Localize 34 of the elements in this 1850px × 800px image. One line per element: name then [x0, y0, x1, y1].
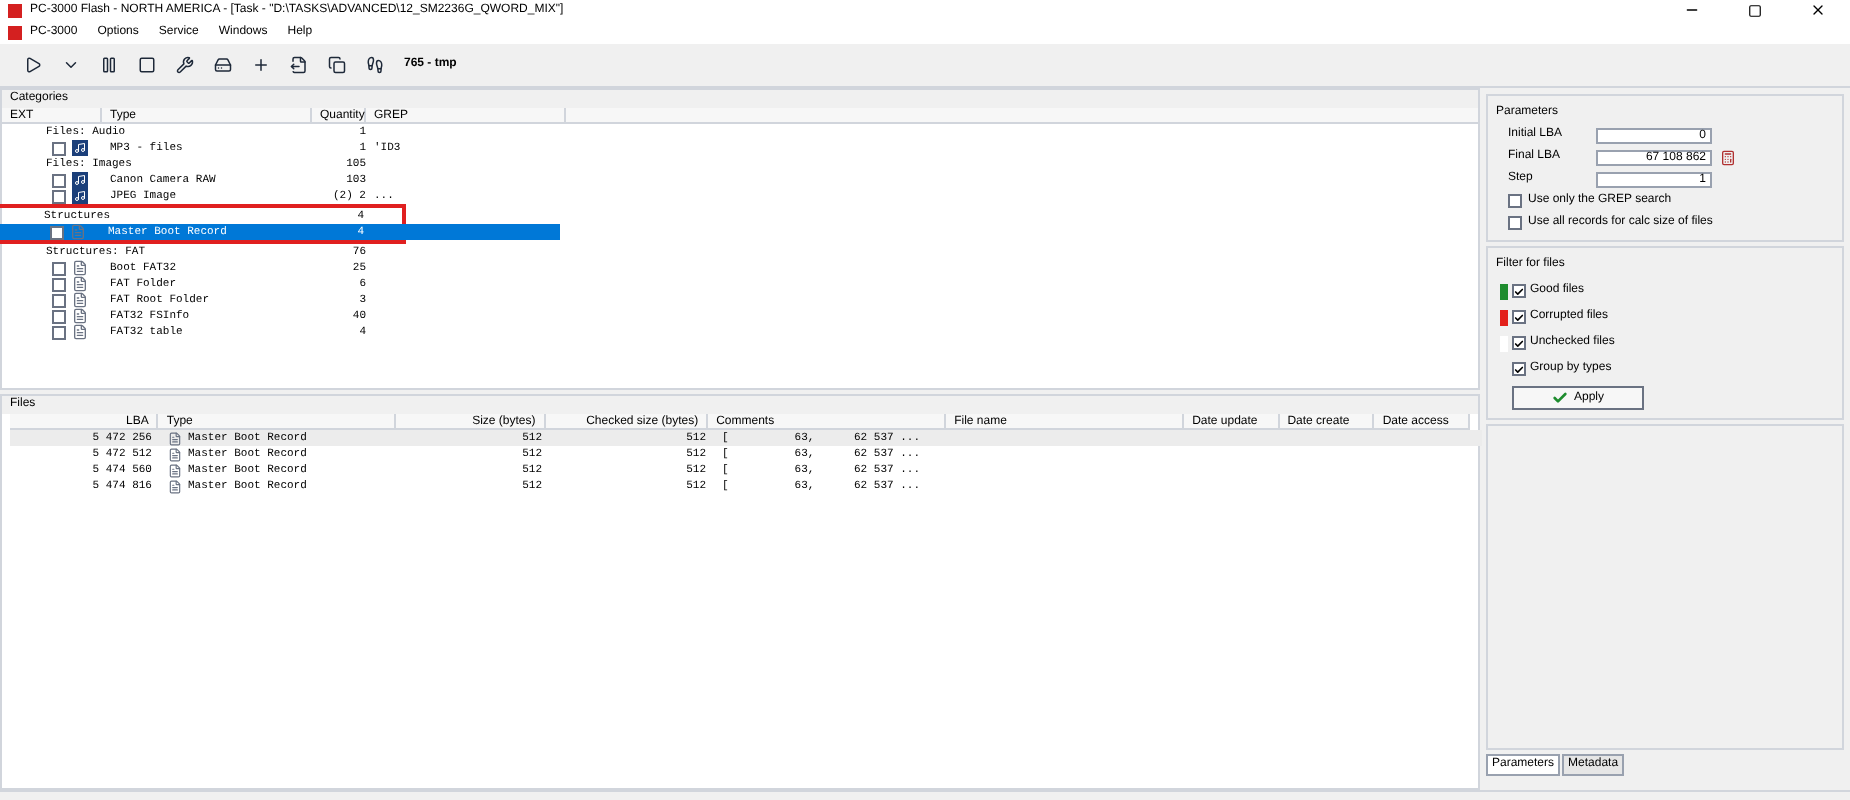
tools-icon[interactable] [176, 56, 194, 74]
file-icon [70, 224, 86, 240]
checkbox[interactable] [52, 141, 66, 155]
checkbox[interactable] [52, 189, 66, 203]
check-icon [1514, 285, 1524, 297]
footprints-icon[interactable] [366, 56, 384, 74]
check-icon [1514, 363, 1524, 375]
checkbox[interactable] [52, 277, 66, 291]
checkbox[interactable] [52, 173, 66, 187]
checkbox[interactable] [52, 293, 66, 307]
play-icon[interactable] [24, 56, 42, 74]
stop-icon[interactable] [138, 56, 156, 74]
maximize-icon[interactable] [1748, 3, 1762, 17]
check-icon [1551, 390, 1568, 406]
plus-icon[interactable] [252, 56, 270, 74]
checkbox[interactable] [1512, 284, 1526, 298]
checkbox[interactable] [1512, 310, 1526, 324]
checkbox[interactable] [1508, 194, 1522, 208]
checkbox[interactable] [1512, 336, 1526, 350]
check-icon [1514, 311, 1524, 323]
checkbox[interactable] [52, 325, 66, 339]
close-icon[interactable] [1810, 2, 1826, 18]
caret-icon[interactable] [62, 56, 80, 74]
checkbox[interactable] [52, 261, 66, 275]
media-file-icon [72, 140, 88, 156]
export-icon[interactable] [290, 56, 308, 74]
calculator-icon[interactable] [1720, 149, 1736, 165]
checkbox[interactable] [1508, 216, 1522, 230]
check-icon [1514, 337, 1524, 349]
pause-icon[interactable] [100, 56, 118, 74]
checkbox[interactable] [50, 225, 64, 239]
copy-icon[interactable] [328, 56, 346, 74]
checkbox[interactable] [1512, 362, 1526, 376]
checkbox[interactable] [52, 309, 66, 323]
